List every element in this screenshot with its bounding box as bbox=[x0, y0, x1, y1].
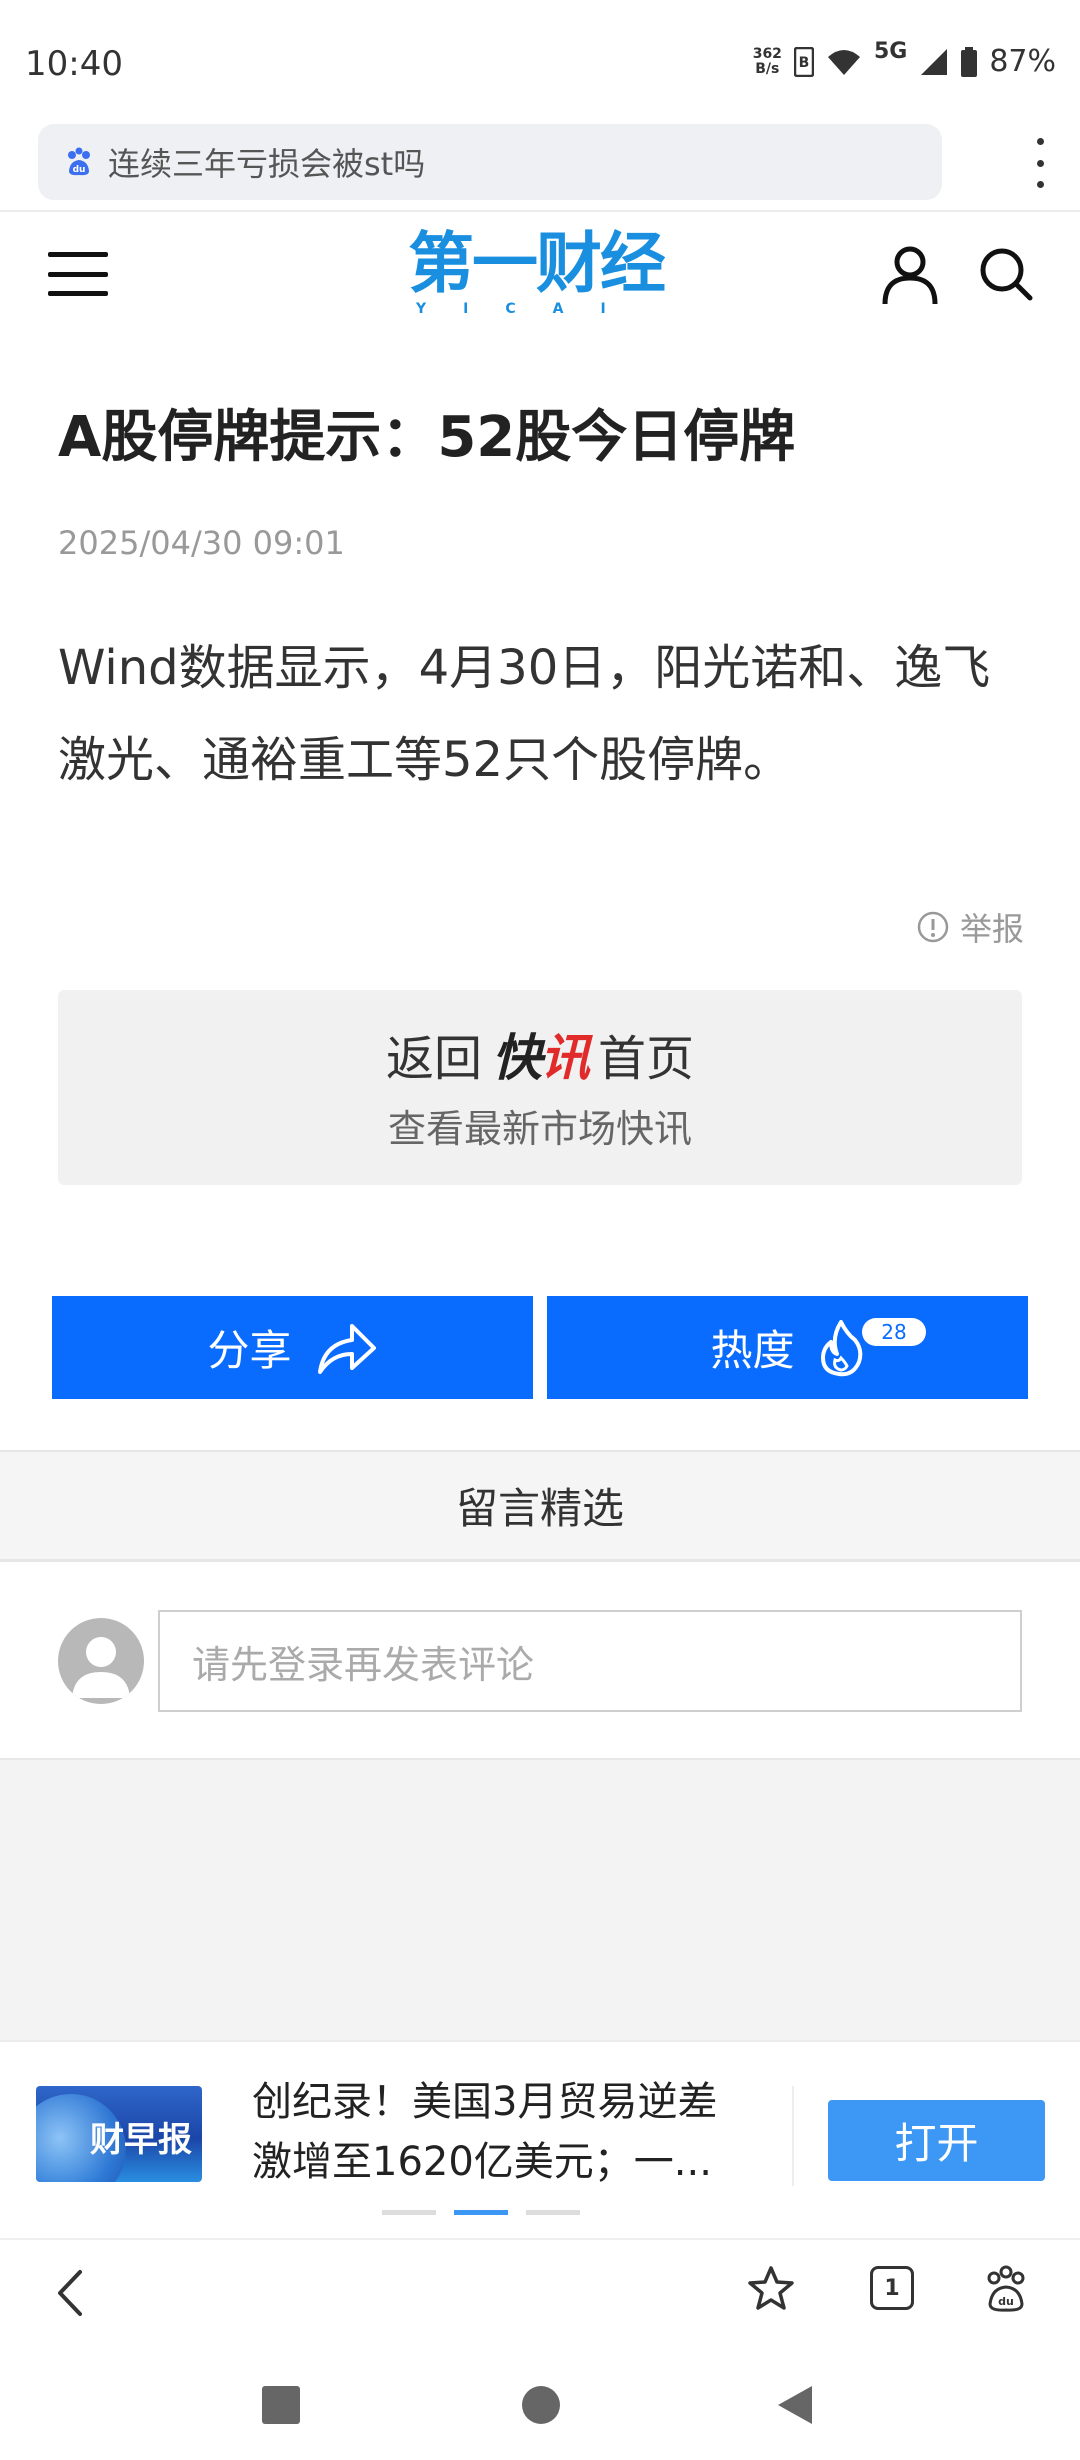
promo-headline[interactable]: 创纪录！美国3月贸易逆差 激增至1620亿美元；一... bbox=[252, 2072, 792, 2192]
heat-label: 热度 bbox=[710, 1326, 795, 1375]
empty-area bbox=[0, 1758, 1080, 2040]
search-query[interactable]: 连续三年亏损会被st吗 bbox=[108, 139, 425, 185]
comment-input[interactable]: 请先登录再发表评论 bbox=[158, 1610, 1022, 1712]
back-icon[interactable] bbox=[52, 2268, 92, 2318]
user-icon[interactable] bbox=[880, 244, 940, 306]
search-icon[interactable] bbox=[978, 246, 1034, 302]
divider bbox=[0, 210, 1080, 212]
net-speed: 362 B/s bbox=[752, 45, 782, 77]
battery-icon bbox=[961, 46, 978, 77]
comment-placeholder: 请先登录再发表评论 bbox=[192, 1642, 535, 1687]
baidu-paw-icon[interactable]: du bbox=[982, 2264, 1030, 2314]
return-kuaixun-card[interactable]: 返回 快讯 首页 查看最新市场快讯 bbox=[58, 990, 1022, 1185]
heat-button[interactable]: 热度 bbox=[547, 1296, 1028, 1399]
star-icon[interactable] bbox=[746, 2264, 796, 2314]
article-body: Wind数据显示，4月30日，阳光诺和、逸飞激光、通裕重工等52只个股停牌。 bbox=[58, 640, 991, 788]
more-options-icon[interactable] bbox=[1030, 138, 1050, 188]
heat-count-badge: 28 bbox=[862, 1318, 926, 1346]
recents-icon[interactable] bbox=[262, 2386, 300, 2424]
hd-icon: B bbox=[793, 46, 814, 77]
avatar bbox=[58, 1618, 144, 1704]
share-label: 分享 bbox=[207, 1326, 292, 1375]
share-button[interactable]: 分享 bbox=[52, 1296, 533, 1399]
svg-text:du: du bbox=[73, 165, 86, 175]
warning-circle-icon bbox=[917, 911, 949, 943]
home-icon[interactable] bbox=[522, 2386, 560, 2424]
status-icons: 362 B/s B 5G 87% bbox=[752, 39, 1056, 79]
flame-icon bbox=[820, 1319, 862, 1376]
carousel-dot bbox=[382, 2210, 436, 2215]
signal-icon bbox=[921, 48, 948, 75]
yicai-logo[interactable]: 第一财经 YICAI bbox=[408, 228, 672, 324]
comments-title: 留言精选 bbox=[455, 1484, 624, 1533]
default-avatar-icon bbox=[72, 1637, 130, 1698]
tabs-count-icon[interactable]: 1 bbox=[870, 2266, 914, 2310]
comments-header: 留言精选 bbox=[0, 1450, 1080, 1562]
svg-text:B: B bbox=[799, 55, 810, 71]
carousel-dot bbox=[526, 2210, 580, 2215]
report-label: 举报 bbox=[959, 910, 1024, 948]
return-kuaixun-subtitle: 查看最新市场快讯 bbox=[387, 1107, 692, 1151]
caizaobao-logo: 财早报 bbox=[36, 2086, 202, 2182]
menu-icon[interactable] bbox=[48, 252, 108, 296]
open-app-button[interactable]: 打开 bbox=[828, 2100, 1045, 2181]
svg-text:du: du bbox=[998, 2295, 1014, 2308]
share-arrow-icon bbox=[317, 1323, 376, 1374]
status-bar: 10:40 362 B/s B 5G 87% bbox=[0, 0, 1080, 120]
app-promo-banner[interactable]: 财早报 创纪录！美国3月贸易逆差 激增至1620亿美元；一... 打开 bbox=[0, 2040, 1080, 2236]
carousel-dot-active bbox=[454, 2210, 508, 2215]
wifi-icon bbox=[827, 49, 860, 75]
status-time: 10:40 bbox=[25, 44, 123, 84]
baidu-paw-icon: du bbox=[68, 147, 90, 176]
browser-toolbar: 1 du bbox=[0, 2238, 1080, 2342]
search-bar[interactable]: du 连续三年亏损会被st吗 bbox=[38, 124, 942, 200]
system-back-icon[interactable] bbox=[776, 2384, 814, 2426]
return-kuaixun-title: 返回 快讯 首页 bbox=[58, 1018, 1022, 1090]
carousel-indicator bbox=[382, 2210, 580, 2215]
logo-main: 第一财经 bbox=[408, 225, 666, 302]
article-date: 2025/04/30 09:01 bbox=[58, 524, 345, 562]
divider bbox=[792, 2086, 794, 2186]
logo-sub: YICAI bbox=[416, 301, 643, 317]
article-title: A股停牌提示：52股今日停牌 bbox=[58, 405, 796, 470]
kuaixun-logo: 快讯 bbox=[492, 1029, 590, 1087]
battery-level: 87% bbox=[989, 44, 1056, 79]
system-nav-bar bbox=[0, 2342, 1080, 2460]
network-type: 5G bbox=[873, 39, 908, 64]
report-link[interactable]: 举报 bbox=[916, 904, 1024, 950]
